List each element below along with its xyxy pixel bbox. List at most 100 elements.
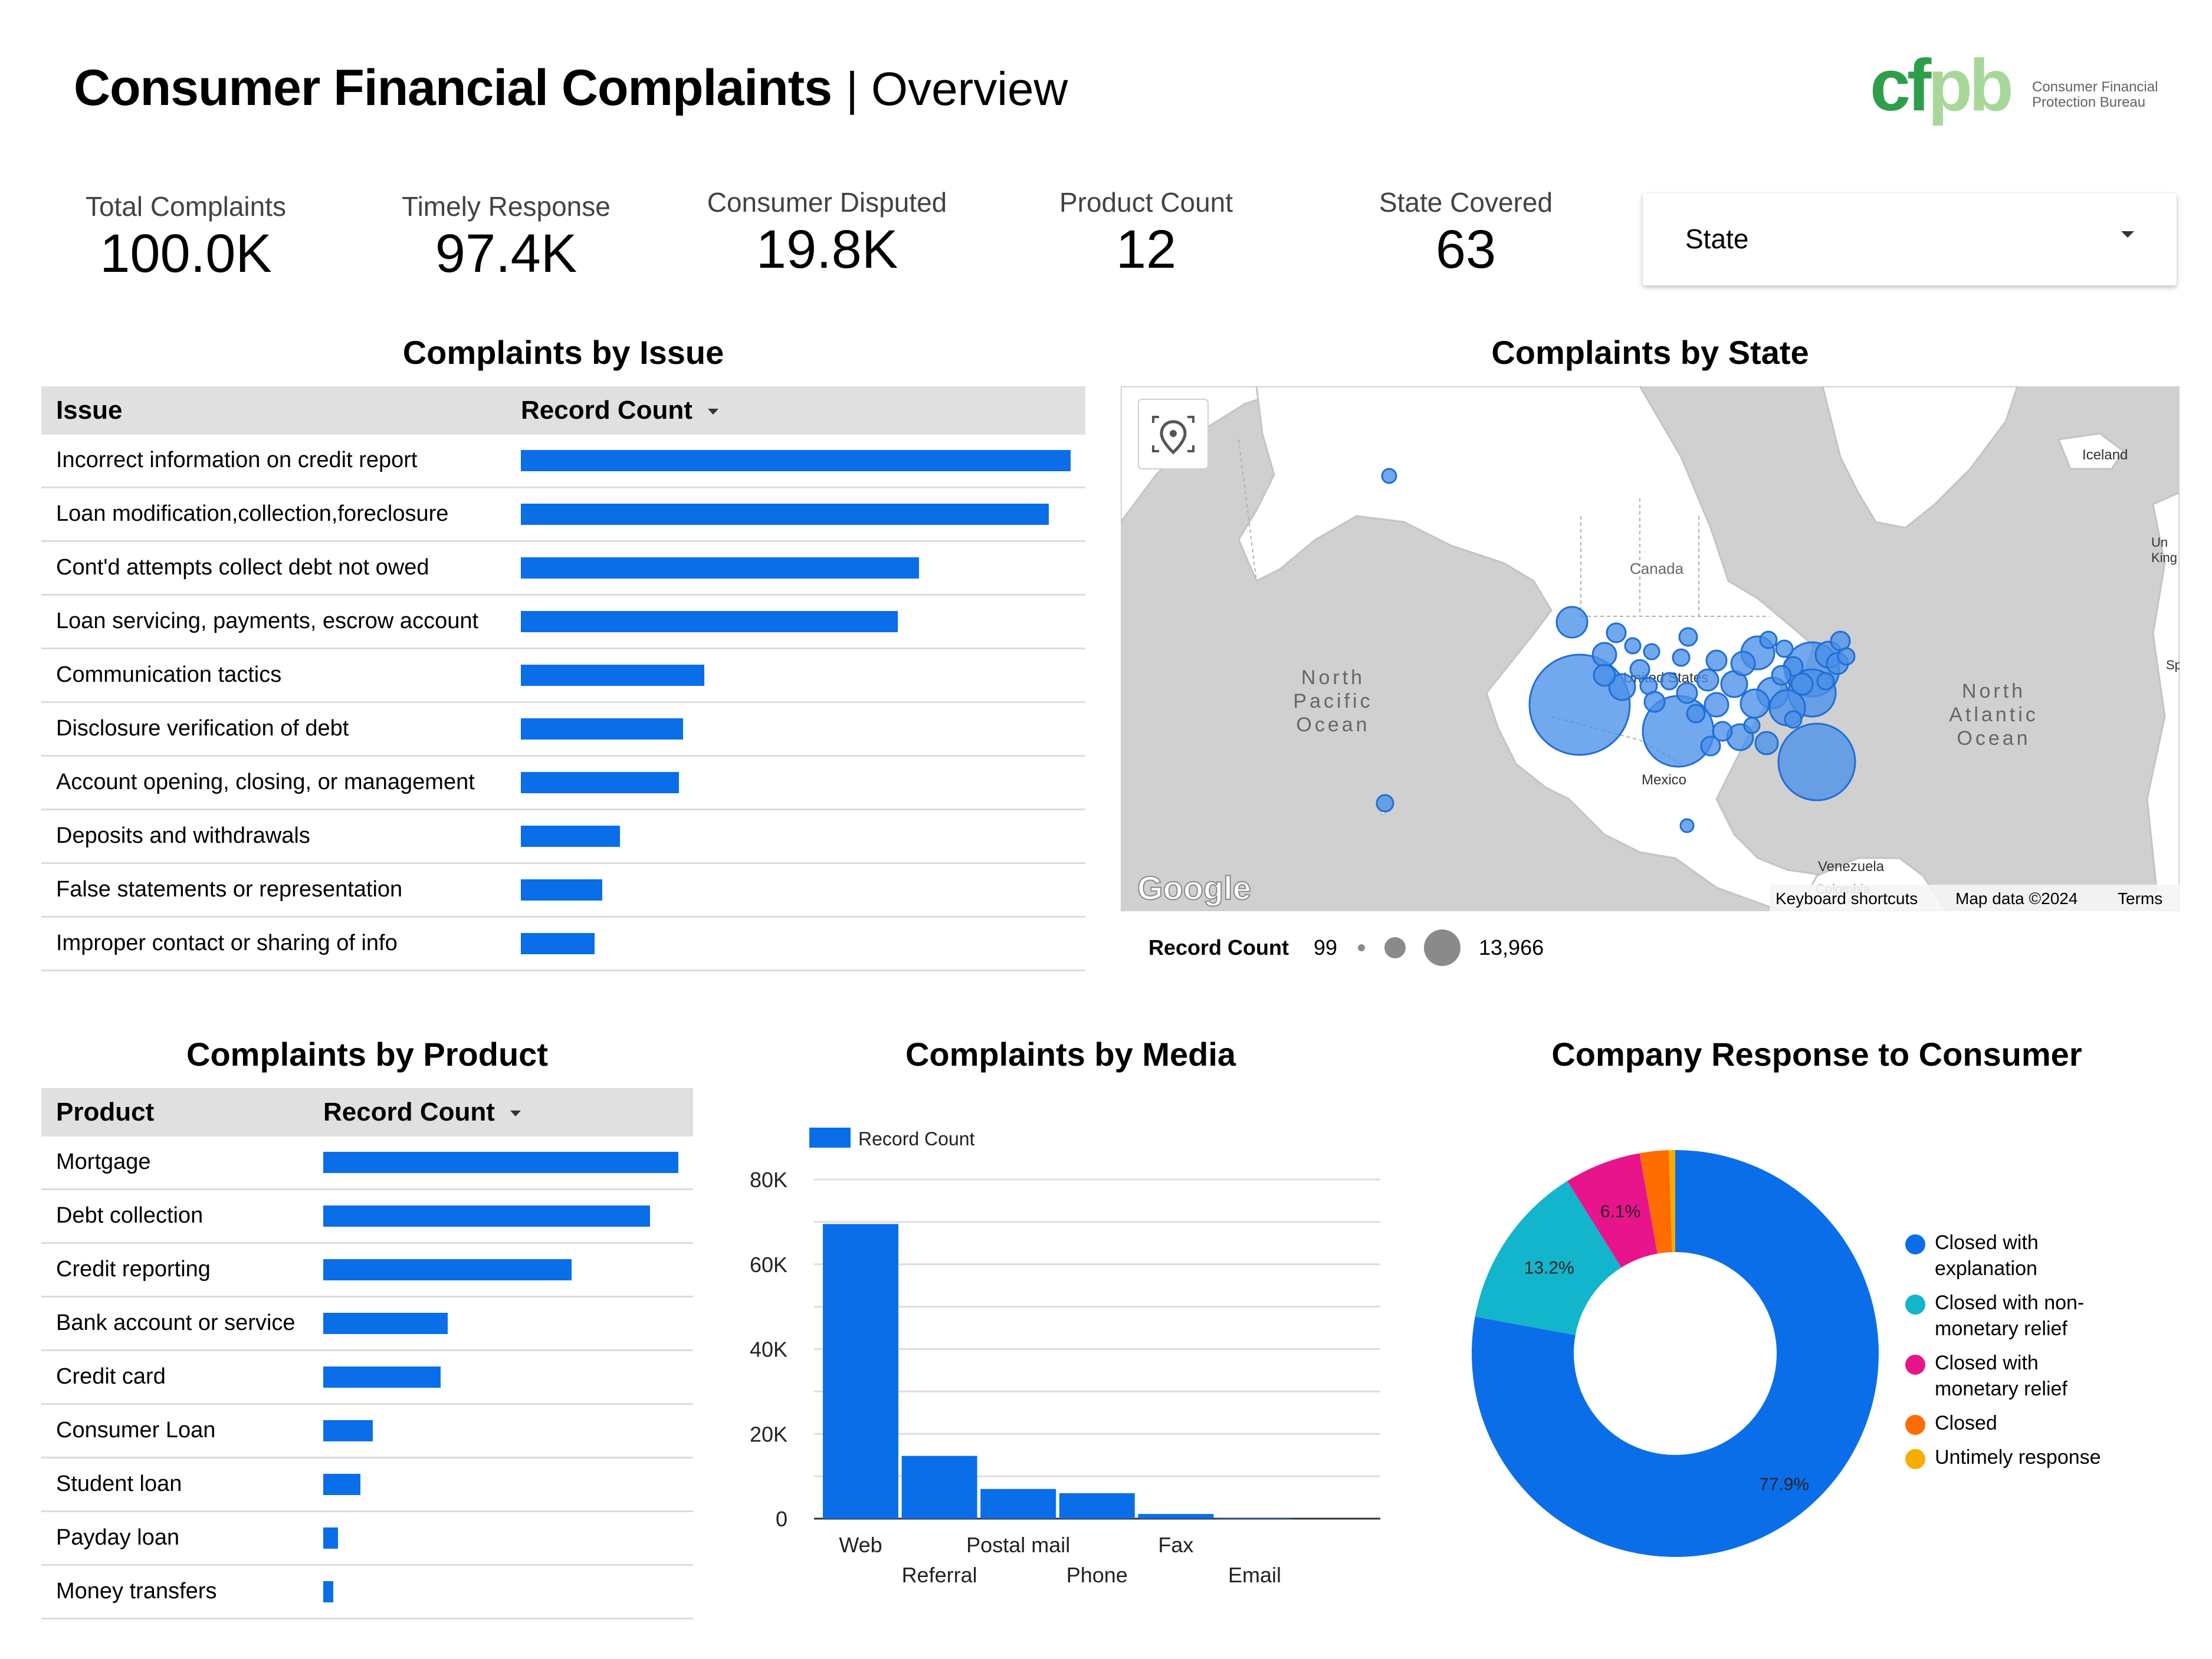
map-bubble[interactable]	[1528, 653, 1631, 756]
map-bubble[interactable]	[1705, 649, 1728, 672]
legend-dot-icon	[1905, 1295, 1925, 1315]
table-header: Product Record Count	[41, 1088, 693, 1136]
col-header-product[interactable]: Product	[56, 1098, 154, 1127]
map-bubble[interactable]	[1759, 630, 1778, 649]
map-bubble[interactable]	[1672, 648, 1691, 667]
x-tick-label: Fax	[1158, 1533, 1193, 1557]
row-bar	[323, 1527, 338, 1549]
map-bubble[interactable]	[1816, 672, 1835, 691]
state-bubble-map[interactable]: Canada United States Mexico Iceland Vene…	[1121, 386, 2180, 911]
table-row[interactable]: Student loan	[41, 1458, 693, 1512]
chevron-down-icon[interactable]	[2121, 231, 2134, 238]
state-filter-dropdown[interactable]: State	[1643, 193, 2177, 285]
map-bubble[interactable]	[1754, 731, 1779, 755]
row-bar	[323, 1420, 373, 1441]
state-filter-label: State	[1685, 224, 1749, 254]
map-bubble[interactable]	[1555, 606, 1589, 639]
map-label-venezuela: Venezuela	[1818, 859, 1885, 875]
map-canvas: Canada United States Mexico Iceland Vene…	[1121, 386, 2180, 911]
google-logo: Google	[1137, 869, 1251, 906]
legend-item[interactable]: Closed with non-monetary relief	[1905, 1290, 2153, 1342]
table-row[interactable]: Money transfers	[41, 1566, 693, 1619]
response-donut-legend: Closed with explanation Closed with non-mo…	[1905, 1230, 2153, 1479]
legend-item[interactable]: Closed	[1905, 1410, 2153, 1436]
map-bubble[interactable]	[1643, 691, 1666, 713]
map-bubble[interactable]	[1593, 663, 1616, 687]
table-row[interactable]: Communication tactics	[41, 649, 1085, 703]
table-row[interactable]: Loan servicing, payments, escrow account	[41, 596, 1085, 649]
map-bubble[interactable]	[1704, 692, 1729, 718]
map-bubble[interactable]	[1700, 735, 1721, 757]
table-row[interactable]: Deposits and withdrawals	[41, 810, 1085, 864]
legend-item[interactable]: Closed with explanation	[1905, 1230, 2153, 1282]
table-row[interactable]: Debt collection	[41, 1190, 693, 1244]
map-bubble[interactable]	[1777, 722, 1856, 801]
table-row[interactable]: False statements or representation	[41, 864, 1085, 918]
row-label: Debt collection	[56, 1203, 204, 1228]
map-bubble[interactable]	[1837, 647, 1856, 666]
map-bubble[interactable]	[1629, 659, 1650, 680]
map-footer-map-data: Map data ©2024	[1955, 889, 2078, 908]
table-row[interactable]: Incorrect information on credit report	[41, 435, 1085, 488]
table-row[interactable]: Bank account or service	[41, 1297, 693, 1351]
map-bubble[interactable]	[1686, 704, 1706, 724]
bar-fax[interactable]	[1138, 1514, 1214, 1519]
x-tick-label: Phone	[1066, 1563, 1128, 1587]
map-bubble[interactable]	[1376, 794, 1394, 813]
table-row[interactable]: Consumer Loan	[41, 1405, 693, 1458]
map-bubble[interactable]	[1678, 627, 1698, 647]
table-row[interactable]: Payday loan	[41, 1512, 693, 1566]
map-bubble[interactable]	[1606, 622, 1627, 643]
map-footer-keyboard-shortcuts[interactable]: Keyboard shortcuts	[1775, 889, 1918, 908]
table-row[interactable]: Account opening, closing, or management	[41, 757, 1085, 810]
media-bar-chart: 0 20K 40K 60K 80K Record Count Web Referral Post…	[726, 1109, 1398, 1592]
legend-item[interactable]: Untimely response	[1905, 1444, 2153, 1470]
map-bubble[interactable]	[1784, 710, 1803, 729]
col-header-record-count[interactable]: Record Count	[323, 1098, 521, 1127]
col-header-record-count[interactable]: Record Count	[521, 396, 718, 425]
row-bar	[521, 665, 704, 686]
map-footer-terms[interactable]: Terms	[2118, 889, 2162, 908]
map-bubble[interactable]	[1696, 668, 1719, 692]
table-row[interactable]: Loan modification,collection,foreclosure	[41, 488, 1085, 542]
map-bubble[interactable]	[1775, 639, 1794, 658]
map-bubble[interactable]	[1730, 651, 1756, 676]
legend-label: Untimely response	[1935, 1446, 2101, 1469]
sort-desc-icon[interactable]	[707, 409, 718, 415]
map-bubble[interactable]	[1381, 468, 1397, 484]
map-bubble[interactable]	[1624, 637, 1642, 655]
table-row[interactable]: Disclosure verification of debt	[41, 703, 1085, 757]
bar-phone[interactable]	[1059, 1493, 1135, 1519]
row-bar	[521, 557, 919, 579]
map-bubble[interactable]	[1740, 688, 1770, 719]
table-row[interactable]: Mortgage	[41, 1136, 693, 1190]
kpi-label: Total Complaints	[85, 191, 287, 222]
locate-button[interactable]	[1138, 399, 1209, 469]
map-bubble[interactable]	[1771, 665, 1792, 686]
map-bubble[interactable]	[1743, 717, 1761, 734]
map-bubble[interactable]	[1643, 643, 1660, 661]
map-bubble[interactable]	[1790, 672, 1814, 696]
row-label: Loan servicing, payments, escrow account	[56, 609, 479, 633]
table-row[interactable]: Improper contact or sharing of info	[41, 918, 1085, 971]
table-row[interactable]: Cont'd attempts collect debt not owed	[41, 542, 1085, 596]
logo-text-line1: Consumer Financial	[2032, 79, 2158, 95]
map-bubble[interactable]	[1660, 672, 1679, 691]
kpi-value: 63	[1435, 219, 1496, 280]
table-row[interactable]: Credit reporting	[41, 1244, 693, 1297]
sort-desc-icon[interactable]	[510, 1111, 521, 1117]
location-pin-dot	[1170, 430, 1177, 437]
table-row[interactable]: Credit card	[41, 1351, 693, 1405]
legend-dot-icon	[1905, 1449, 1925, 1469]
map-bubble[interactable]	[1591, 642, 1617, 668]
bar-referral[interactable]	[901, 1456, 977, 1519]
map-bubble[interactable]	[1679, 818, 1695, 833]
kpi-value: 19.8K	[756, 219, 898, 280]
col-header-issue[interactable]: Issue	[56, 396, 123, 425]
legend-item[interactable]: Closed with monetary relief	[1905, 1350, 2153, 1402]
bar-postal-mail[interactable]	[980, 1489, 1056, 1519]
bar-web[interactable]	[823, 1224, 898, 1519]
map-bubble[interactable]	[1676, 682, 1698, 704]
row-bar	[323, 1313, 448, 1334]
issues-table: Issue Record Count Incorrect information…	[41, 386, 1085, 971]
